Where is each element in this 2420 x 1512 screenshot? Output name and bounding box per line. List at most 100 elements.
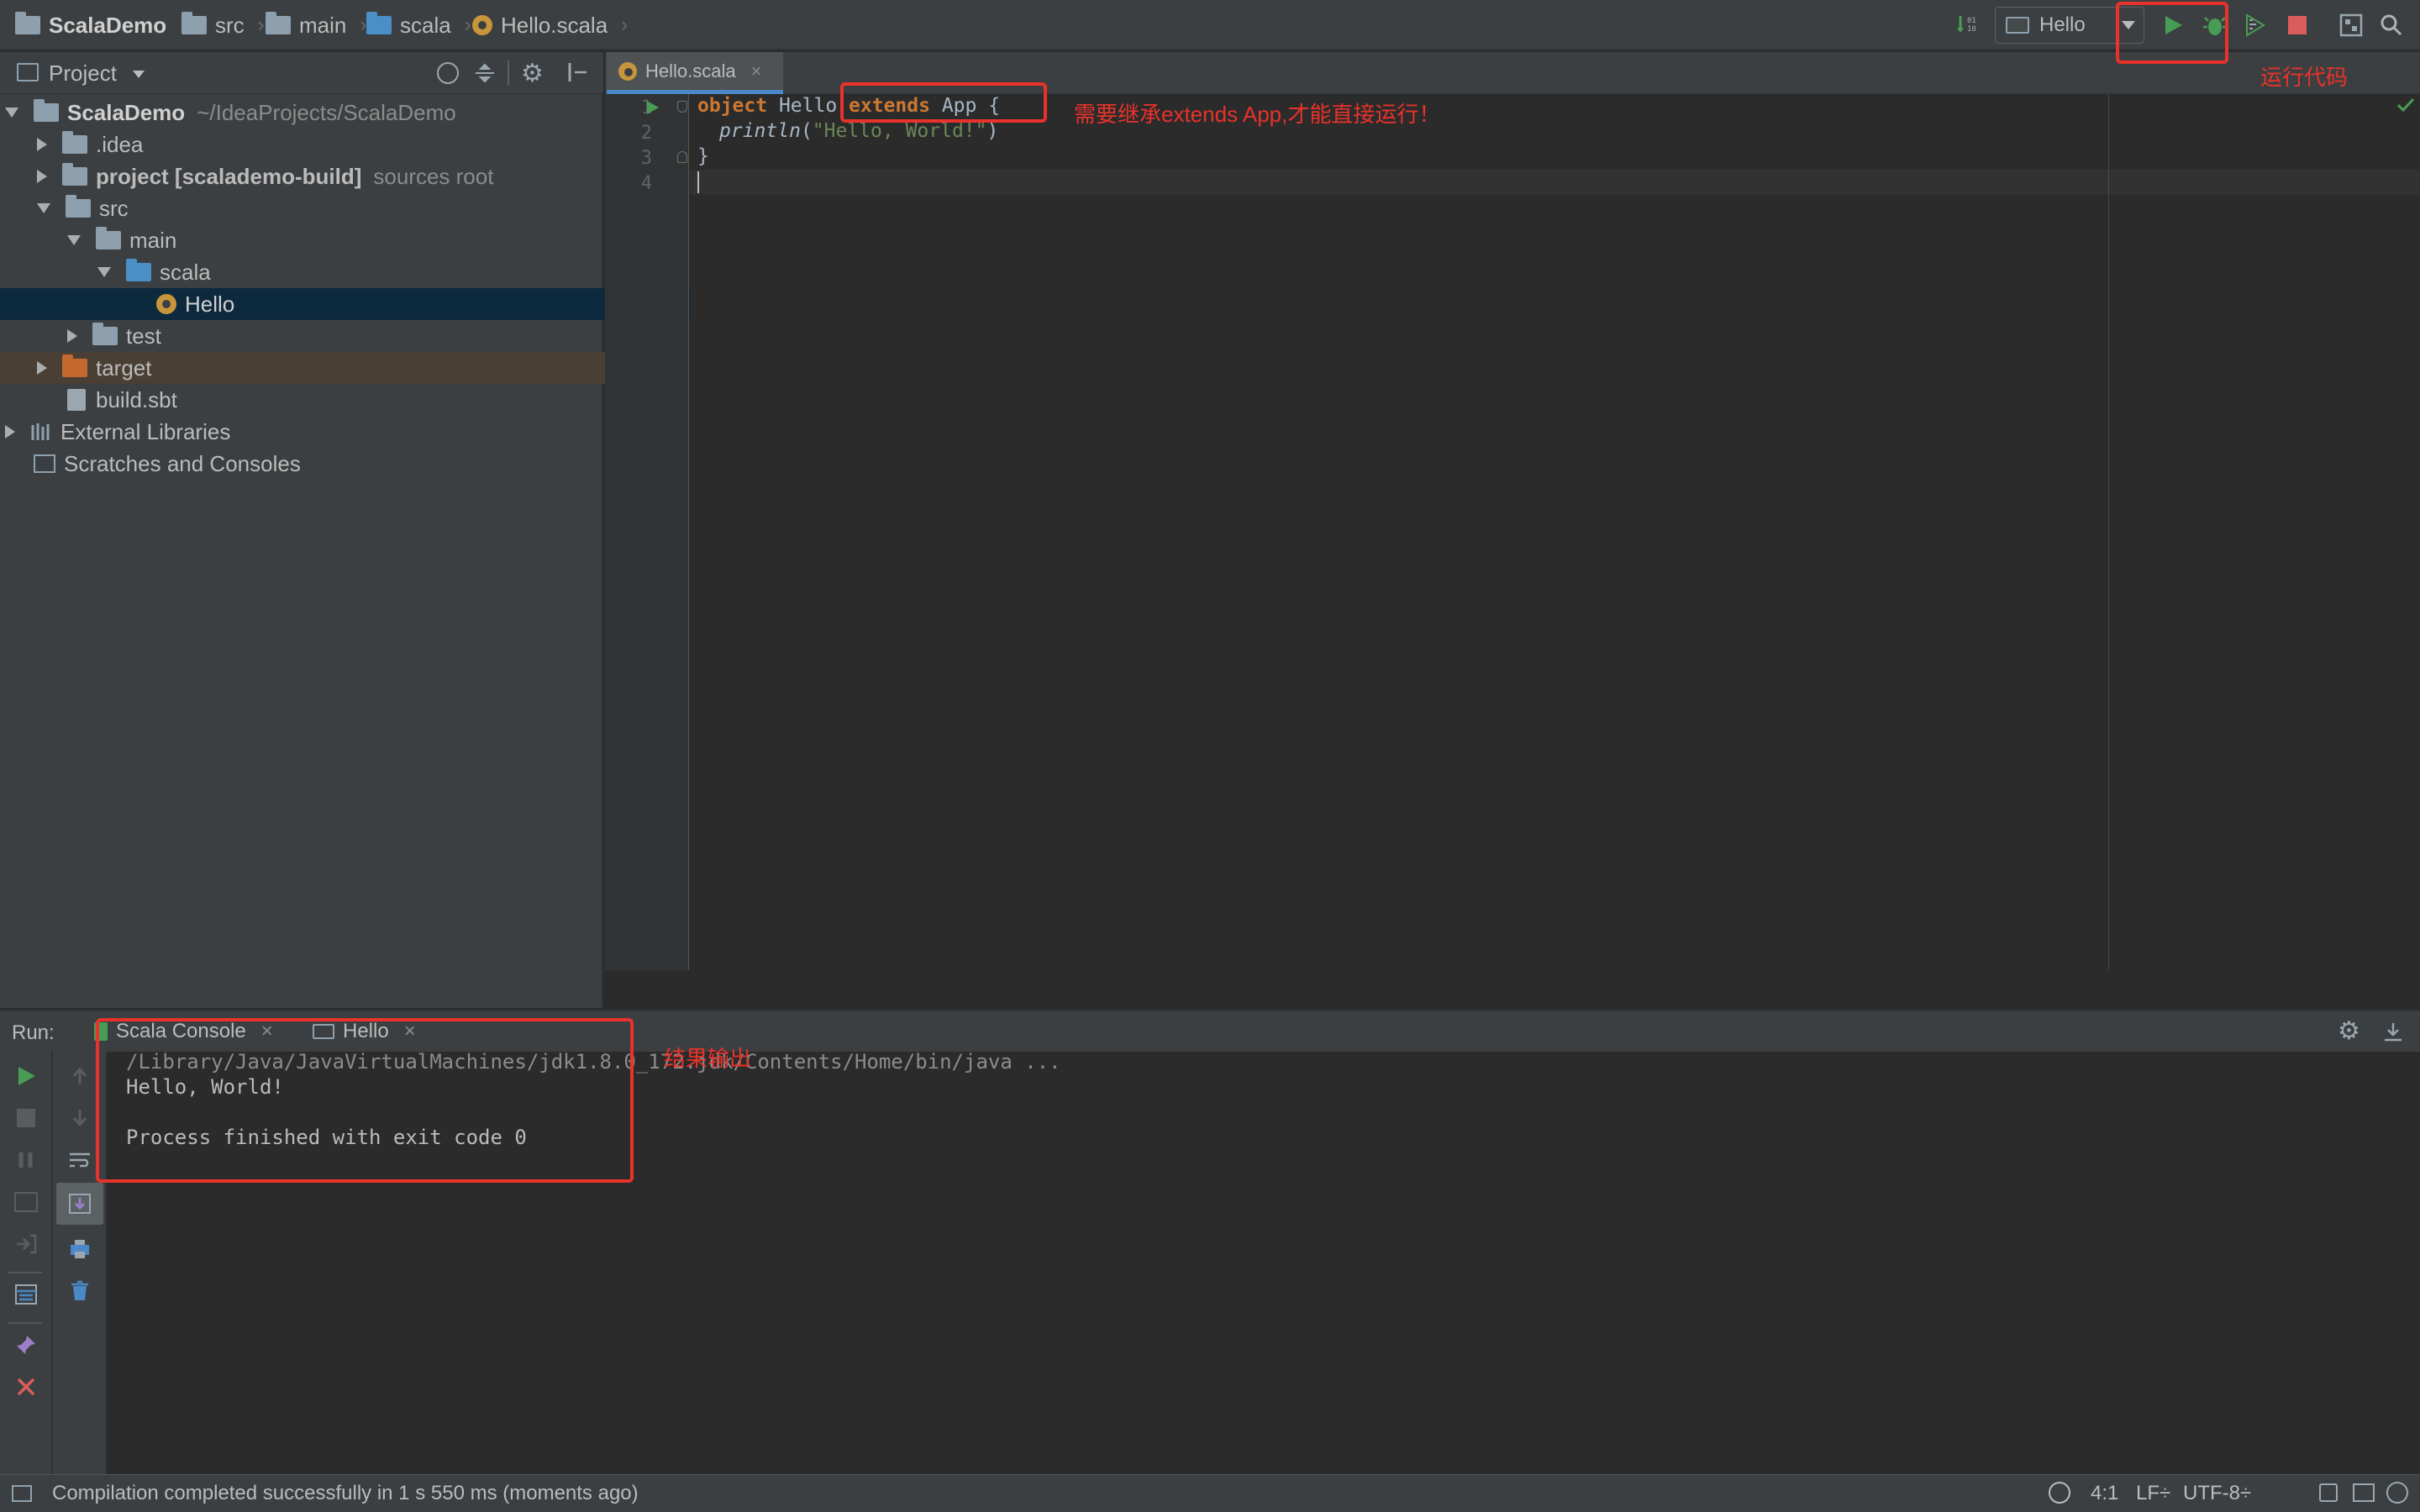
folder-icon	[92, 323, 118, 345]
event-log-icon[interactable]	[2049, 1482, 2070, 1504]
close-icon[interactable]	[13, 1374, 39, 1399]
breadcrumb-project[interactable]: ScalaDemo ›	[15, 12, 187, 39]
down-arrow-icon[interactable]	[67, 1105, 92, 1131]
project-folder-icon	[15, 12, 40, 34]
collapsed-arrow-icon	[67, 329, 77, 343]
status-message[interactable]: Compilation completed successfully in 1 …	[52, 1482, 639, 1505]
collapsed-arrow-icon	[37, 170, 47, 183]
coverage-icon[interactable]	[2242, 12, 2269, 39]
notifications-icon[interactable]	[2386, 1482, 2408, 1504]
run-annotation: 运行代码	[2260, 65, 2349, 90]
hide-panel-icon[interactable]	[2383, 1021, 2403, 1046]
run-highlight-box	[2116, 2, 2228, 64]
folder-icon	[66, 195, 91, 218]
right-margin-guide	[2108, 94, 2109, 970]
project-view-icon	[17, 63, 39, 81]
tree-item-src[interactable]: src	[0, 192, 640, 224]
tree-item-scratches[interactable]: Scratches and Consoles	[0, 448, 637, 480]
fold-icon[interactable]	[677, 101, 687, 113]
scala-object-icon	[156, 294, 176, 314]
layout-icon[interactable]	[13, 1282, 39, 1307]
exit-icon[interactable]	[13, 1231, 39, 1257]
trash-icon[interactable]	[67, 1278, 92, 1304]
gear-icon[interactable]: ⚙	[2338, 1016, 2360, 1046]
file-encoding[interactable]: UTF-8÷	[2183, 1482, 2251, 1505]
tree-item-idea[interactable]: .idea	[0, 129, 640, 160]
locate-icon[interactable]	[437, 62, 459, 84]
lock-icon[interactable]	[2319, 1483, 2338, 1502]
chevron-right-icon: ›	[464, 13, 471, 36]
extends-highlight-box	[840, 82, 1047, 123]
navigation-bar: ScalaDemo › src › main › scala › Hello.s…	[0, 0, 2420, 50]
close-icon[interactable]: ×	[751, 60, 762, 82]
soft-wrap-icon[interactable]	[67, 1147, 92, 1173]
sources-root-folder-icon	[62, 163, 87, 186]
module-folder-icon	[34, 99, 59, 122]
scala-object-icon	[472, 15, 492, 35]
status-bar: Compilation completed successfully in 1 …	[0, 1474, 2420, 1512]
code-line-3[interactable]: }	[697, 145, 709, 167]
project-tree: ScalaDemo ~/IdeaProjects/ScalaDemo .idea…	[0, 94, 760, 1008]
chevron-down-icon[interactable]	[133, 71, 145, 78]
tree-item-main[interactable]: main	[0, 224, 671, 256]
hide-panel-icon[interactable]	[566, 60, 588, 84]
expanded-arrow-icon	[67, 235, 81, 245]
breadcrumb-main[interactable]: main ›	[266, 12, 366, 39]
extends-annotation: 需要继承extends App,才能直接运行！	[1074, 102, 1441, 127]
stop-icon[interactable]	[13, 1105, 39, 1131]
source-folder-icon	[366, 12, 392, 34]
tree-item-scalademo[interactable]: ScalaDemo ~/IdeaProjects/ScalaDemo	[0, 97, 608, 129]
tree-item-target[interactable]: target	[0, 352, 640, 384]
output-annotation: 结果输出	[664, 1046, 752, 1071]
inspection-ok-icon[interactable]	[2396, 97, 2415, 117]
rerun-icon[interactable]	[13, 1063, 39, 1089]
folder-icon	[96, 227, 121, 249]
tool-windows-icon[interactable]	[12, 1485, 32, 1502]
collapse-all-icon[interactable]	[474, 62, 496, 84]
caret-row-highlight	[690, 170, 2420, 195]
collapsed-arrow-icon	[37, 138, 47, 151]
tree-item-external-libraries[interactable]: External Libraries	[0, 416, 608, 448]
code-line-2[interactable]: println("Hello, World!")	[719, 120, 998, 142]
tab-hello-scala[interactable]: Hello.scala ×	[607, 52, 783, 94]
breadcrumb-file[interactable]: Hello.scala ›	[472, 12, 628, 39]
print-icon[interactable]	[67, 1236, 92, 1262]
editor-gutter: 1 2 3 4	[605, 94, 689, 970]
chevron-right-icon: ›	[257, 13, 265, 36]
dump-threads-icon[interactable]	[13, 1189, 39, 1215]
project-structure-icon[interactable]	[2338, 12, 2365, 39]
inspector-icon[interactable]	[2353, 1483, 2375, 1502]
svg-text:01: 01	[1967, 17, 1976, 25]
output-highlight-box	[96, 1018, 634, 1183]
run-gutter-icon[interactable]	[645, 99, 660, 120]
stop-icon[interactable]	[2284, 12, 2311, 39]
project-panel-header: Project ⚙	[0, 52, 603, 94]
breadcrumb-src[interactable]: src ›	[182, 12, 265, 39]
fold-icon[interactable]	[677, 151, 687, 163]
tree-item-build-sbt[interactable]: build.sbt	[0, 384, 671, 416]
gear-icon[interactable]: ⚙	[521, 59, 544, 88]
tree-item-scala[interactable]: scala	[0, 256, 701, 288]
run-panel-label: Run:	[12, 1021, 55, 1044]
tree-item-project[interactable]: project [scalademo-build] sources root	[0, 160, 640, 192]
code-editor[interactable]	[690, 94, 2420, 970]
breadcrumb-scala[interactable]: scala ›	[366, 12, 471, 39]
toolbar-separator	[8, 1272, 42, 1273]
toolbar-separator	[8, 1322, 42, 1324]
pause-icon[interactable]	[13, 1147, 39, 1173]
line-separator[interactable]: LF÷	[2136, 1482, 2170, 1505]
project-view-title[interactable]: Project	[49, 60, 117, 87]
caret-position[interactable]: 4:1	[2091, 1482, 2118, 1505]
tree-item-test[interactable]: test	[0, 320, 671, 352]
up-arrow-icon[interactable]	[67, 1063, 92, 1089]
run-toolbar-primary	[0, 1052, 52, 1474]
scala-object-icon	[618, 61, 637, 81]
excluded-folder-icon	[62, 354, 87, 377]
folder-icon	[266, 12, 291, 34]
search-icon[interactable]	[2378, 12, 2405, 39]
svg-text:10: 10	[1967, 25, 1976, 34]
scroll-to-end-toggle[interactable]	[56, 1183, 103, 1225]
build-icon[interactable]: 01 10	[1954, 12, 1981, 39]
pin-icon[interactable]	[13, 1332, 39, 1357]
collapsed-arrow-icon	[37, 361, 47, 375]
